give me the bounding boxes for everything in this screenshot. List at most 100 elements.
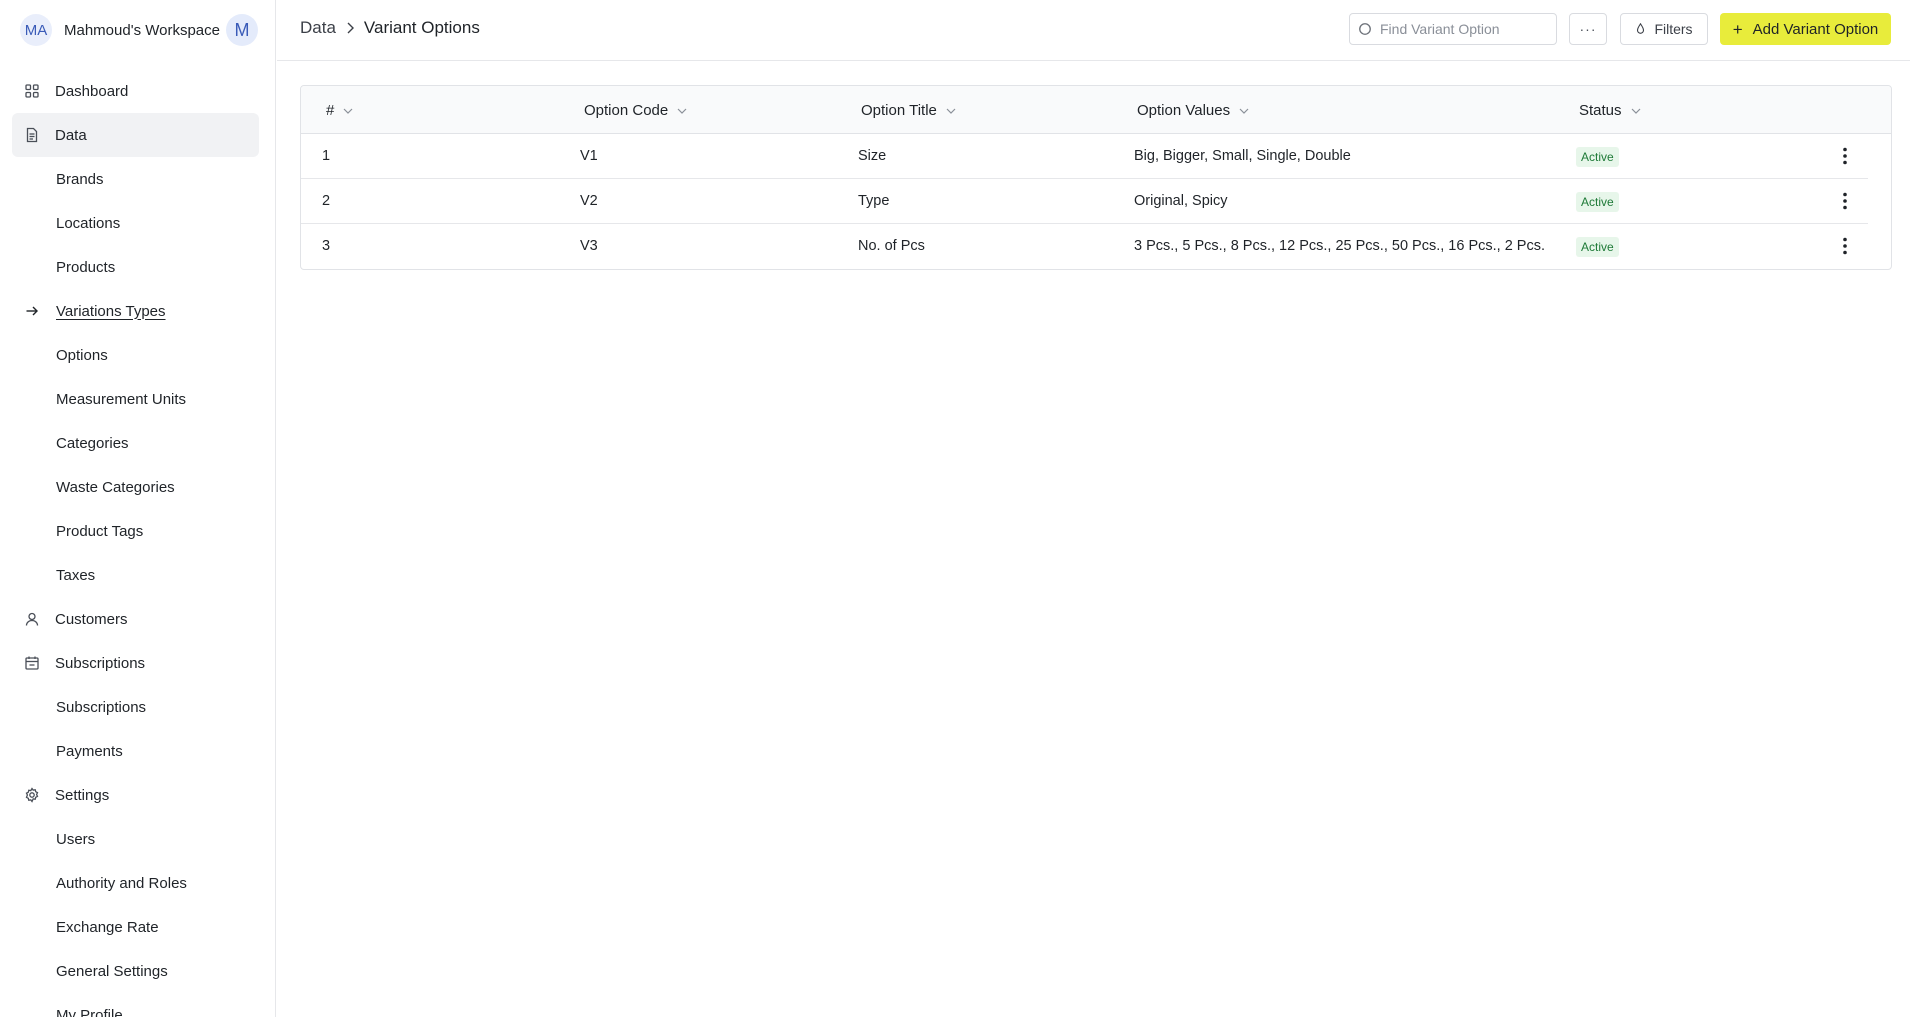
- sidebar-item-label: Variations Types: [56, 302, 166, 320]
- status-badge: Active: [1576, 147, 1619, 167]
- page-title: Variant Options: [363, 18, 480, 37]
- sidebar-item-locations[interactable]: Locations: [12, 201, 259, 245]
- sidebar-item-label: Users: [56, 830, 96, 848]
- filter-icon: [1637, 23, 1645, 34]
- sidebar-item-label: Customers: [55, 610, 128, 628]
- user-avatar[interactable]: M: [225, 14, 258, 46]
- sidebar-nav: Dashboard Data Brands Locations Products…: [12, 69, 259, 1017]
- sidebar-item-settings[interactable]: Settings: [12, 773, 259, 817]
- search-input[interactable]: [1380, 21, 1550, 37]
- add-variant-option-button[interactable]: + Add Variant Option: [1720, 13, 1891, 45]
- sidebar-item-authority-and-roles[interactable]: Authority and Roles: [12, 861, 259, 905]
- cell-option-title: Size: [858, 148, 887, 164]
- sidebar-item-subscriptions-list[interactable]: Subscriptions: [12, 685, 259, 729]
- sidebar-item-label: Products: [56, 258, 116, 276]
- column-label: Option Title: [861, 102, 937, 119]
- search-icon: [1359, 23, 1371, 35]
- sidebar-item-label: Waste Categories: [56, 478, 175, 496]
- sidebar-item-general-settings[interactable]: General Settings: [12, 949, 259, 993]
- top-bar: Data Variant Options ··· Filters + Add V…: [277, 0, 1910, 61]
- arrow-right-icon: [26, 306, 38, 316]
- sidebar-item-measurement-units[interactable]: Measurement Units: [12, 377, 259, 421]
- more-options-button[interactable]: ···: [1569, 13, 1607, 45]
- add-button-label: Add Variant Option: [1752, 20, 1879, 38]
- sidebar-item-label: Dashboard: [55, 82, 129, 100]
- workspace-avatar: MA: [20, 14, 52, 46]
- sidebar-item-label: Subscriptions: [56, 698, 147, 716]
- grid-icon: [25, 84, 39, 98]
- sidebar-item-label: My Profile: [56, 1006, 123, 1017]
- column-header-option-code[interactable]: Option Code: [584, 102, 688, 119]
- sidebar-item-label: Subscriptions: [55, 654, 146, 672]
- variant-options-table: # Option Code Option Title Option Values…: [300, 85, 1892, 270]
- user-icon: [25, 612, 39, 626]
- breadcrumb: Data Variant Options: [300, 18, 480, 38]
- row-actions-kebab-icon[interactable]: [1835, 235, 1855, 257]
- sidebar-item-waste-categories[interactable]: Waste Categories: [12, 465, 259, 509]
- sidebar-item-variations-types[interactable]: Variations Types: [12, 289, 259, 333]
- cell-option-values: 3 Pcs., 5 Pcs., 8 Pcs., 12 Pcs., 25 Pcs.…: [1134, 238, 1545, 254]
- sidebar-item-options[interactable]: Options: [12, 333, 259, 377]
- chevron-down-icon: [677, 108, 687, 114]
- cell-option-code: V3: [580, 238, 598, 254]
- plus-icon: +: [1732, 19, 1743, 39]
- sidebar-item-label: Data: [55, 126, 87, 144]
- chevron-down-icon: [946, 108, 956, 114]
- sidebar-item-taxes[interactable]: Taxes: [12, 553, 259, 597]
- sidebar-item-categories[interactable]: Categories: [12, 421, 259, 465]
- workspace-name: Mahmoud's Workspace: [64, 21, 220, 39]
- chevron-down-icon: [343, 108, 353, 114]
- chevron-down-icon: [1631, 108, 1640, 114]
- sidebar-item-label: Measurement Units: [56, 390, 187, 408]
- chevron-down-icon: [1239, 108, 1249, 114]
- cell-option-code: V1: [580, 148, 598, 164]
- table-row[interactable]: 3 V3 No. of Pcs 3 Pcs., 5 Pcs., 8 Pcs., …: [301, 224, 1868, 269]
- row-actions-kebab-icon[interactable]: [1835, 145, 1855, 167]
- sidebar-item-brands[interactable]: Brands: [12, 157, 259, 201]
- cell-number: 3: [322, 238, 331, 254]
- sidebar-item-products[interactable]: Products: [12, 245, 259, 289]
- sidebar-item-label: Options: [56, 346, 108, 364]
- gear-icon: [25, 787, 39, 803]
- table-header: # Option Code Option Title Option Values…: [301, 86, 1891, 134]
- calendar-icon: [25, 656, 39, 670]
- column-header-status[interactable]: Status: [1579, 102, 1642, 119]
- sidebar-item-label: Locations: [56, 214, 121, 232]
- column-label: #: [326, 102, 335, 119]
- sidebar-item-payments[interactable]: Payments: [12, 729, 259, 773]
- sidebar-item-label: Exchange Rate: [56, 918, 159, 936]
- filters-button[interactable]: Filters: [1620, 13, 1708, 45]
- column-header-option-title[interactable]: Option Title: [861, 102, 957, 119]
- filters-label: Filters: [1654, 21, 1693, 37]
- row-actions-kebab-icon[interactable]: [1835, 190, 1855, 212]
- cell-option-values: Big, Bigger, Small, Single, Double: [1134, 148, 1351, 164]
- sidebar-item-data[interactable]: Data: [12, 113, 259, 157]
- sidebar-item-users[interactable]: Users: [12, 817, 259, 861]
- table-row[interactable]: 2 V2 Type Original, Spicy Active: [301, 179, 1868, 224]
- status-badge: Active: [1576, 192, 1619, 212]
- sidebar-item-label: Brands: [56, 170, 104, 188]
- search-box[interactable]: [1349, 13, 1557, 45]
- breadcrumb-data-link[interactable]: Data: [300, 18, 336, 38]
- sidebar: MA Mahmoud's Workspace M Dashboard Data …: [0, 0, 276, 1017]
- workspace-switcher[interactable]: MA Mahmoud's Workspace M: [20, 14, 258, 46]
- sidebar-item-label: General Settings: [56, 962, 168, 980]
- sidebar-item-subscriptions[interactable]: Subscriptions: [12, 641, 259, 685]
- column-header-number[interactable]: #: [326, 102, 354, 119]
- column-label: Status: [1579, 102, 1622, 119]
- sidebar-item-label: Authority and Roles: [56, 874, 187, 892]
- column-label: Option Code: [584, 102, 669, 119]
- sidebar-item-exchange-rate[interactable]: Exchange Rate: [12, 905, 259, 949]
- sidebar-item-my-profile[interactable]: My Profile: [12, 993, 259, 1017]
- sidebar-item-customers[interactable]: Customers: [12, 597, 259, 641]
- sidebar-item-product-tags[interactable]: Product Tags: [12, 509, 259, 553]
- table-row[interactable]: 1 V1 Size Big, Bigger, Small, Single, Do…: [301, 134, 1868, 179]
- cell-option-code: V2: [580, 193, 598, 209]
- sidebar-item-label: Categories: [56, 434, 129, 452]
- sidebar-item-label: Payments: [56, 742, 123, 760]
- cell-option-title: Type: [858, 193, 890, 209]
- column-header-option-values[interactable]: Option Values: [1137, 102, 1250, 119]
- cell-number: 2: [322, 193, 331, 209]
- sidebar-item-dashboard[interactable]: Dashboard: [12, 69, 259, 113]
- cell-option-values: Original, Spicy: [1134, 193, 1228, 209]
